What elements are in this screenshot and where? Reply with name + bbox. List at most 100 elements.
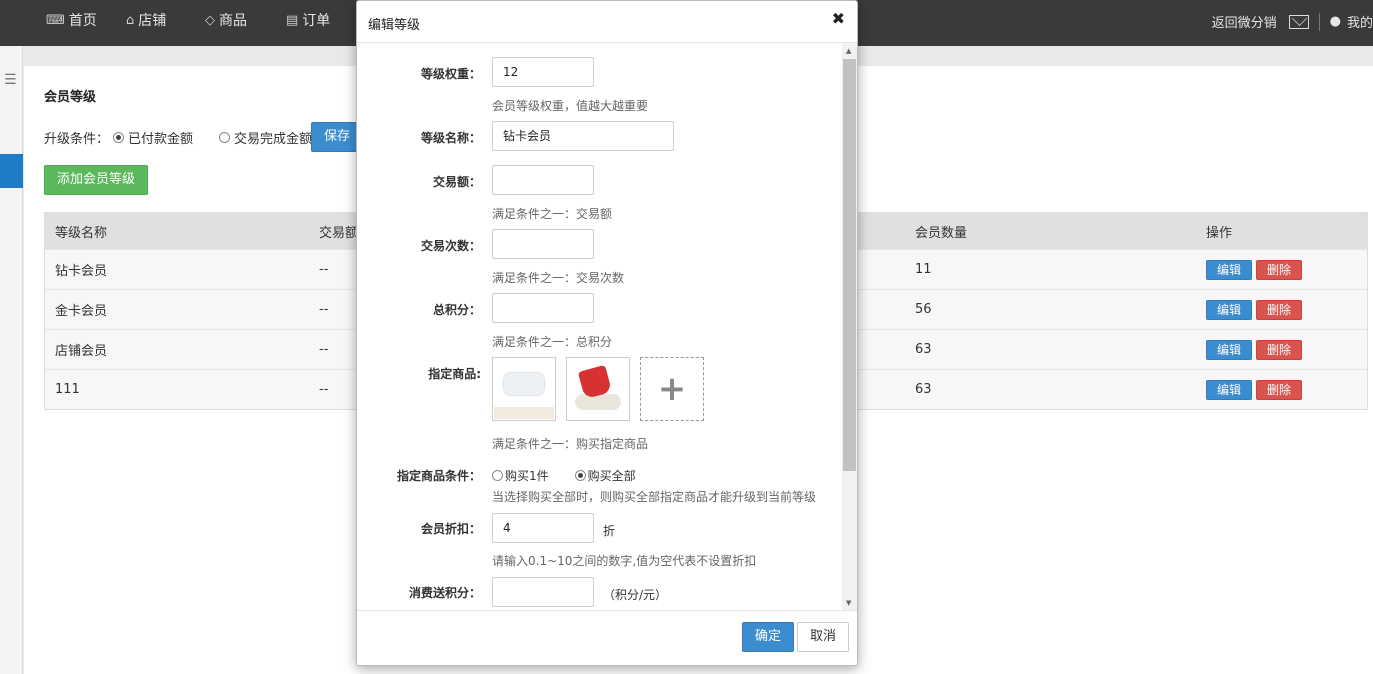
discount-unit: 折 xyxy=(603,524,616,538)
amount-label: 交易额： xyxy=(432,175,481,189)
user-menu[interactable]: 我的 xyxy=(1347,12,1373,31)
points-help: 满足条件之一：总积分 xyxy=(492,335,613,349)
nav-store[interactable]: ⌂ 店铺 xyxy=(126,10,166,30)
delete-button[interactable]: 删除 xyxy=(1256,259,1303,280)
dialog-body: 等级权重： 12 会员等级权重，值越大越重要 等级名称： 钻卡会员 交易额： 满… xyxy=(357,43,843,611)
radio-buy-one[interactable] xyxy=(492,470,503,481)
row-count: 63 xyxy=(915,342,932,357)
times-input[interactable] xyxy=(492,229,594,259)
home-icon: ⌂ xyxy=(126,12,135,28)
dialog-title: 编辑等级 xyxy=(368,18,421,33)
name-label: 等级名称： xyxy=(420,131,481,145)
scroll-up-icon[interactable]: ▲ xyxy=(846,47,851,55)
row-name: 111 xyxy=(55,382,80,397)
weight-label: 等级权重： xyxy=(420,67,481,81)
divider xyxy=(1318,12,1320,31)
radio-buy-all[interactable] xyxy=(574,470,586,481)
nav-goods-label: 商品 xyxy=(219,13,247,29)
page-title: 会员等级 xyxy=(44,90,97,105)
bonus-label: 消费送积分： xyxy=(408,586,481,600)
row-amount: -- xyxy=(319,302,329,317)
snack-plate-image xyxy=(575,394,621,410)
nav-orders[interactable]: ▤ 订单 xyxy=(286,10,330,30)
radio-completed-label: 交易完成金额 xyxy=(234,132,313,147)
goods-condition-options: 购买1件 购买全部 xyxy=(492,467,636,484)
delete-button[interactable]: 删除 xyxy=(1256,379,1303,400)
radio-paid-label: 已付款金额 xyxy=(128,132,194,147)
goods-label: 指定商品: xyxy=(428,367,481,381)
nav-goods[interactable]: ◇ 商品 xyxy=(205,10,247,30)
scroll-down-icon[interactable]: ▼ xyxy=(846,599,851,607)
times-help: 满足条件之一：交易次数 xyxy=(492,271,625,285)
upgrade-label: 升级条件： xyxy=(44,132,110,147)
row-name: 钻卡会员 xyxy=(55,264,108,279)
header-count: 会员数量 xyxy=(915,225,968,241)
edit-button[interactable]: 编辑 xyxy=(1206,299,1253,320)
edit-level-dialog: 编辑等级 ✖ 等级权重： 12 会员等级权重，值越大越重要 等级名称： 钻卡会员… xyxy=(356,0,858,666)
bonus-input[interactable] xyxy=(492,577,594,607)
topbar-right: 返回微分销 ● 我的 xyxy=(1212,12,1373,31)
amount-input[interactable] xyxy=(492,165,594,195)
row-actions: 编辑 删除 xyxy=(1206,330,1306,369)
back-link[interactable]: 返回微分销 xyxy=(1212,12,1277,31)
row-count: 11 xyxy=(915,262,932,277)
hamburger-icon[interactable]: ☰ xyxy=(4,72,17,88)
nav-orders-label: 订单 xyxy=(302,13,331,29)
row-count: 56 xyxy=(915,302,932,317)
add-level-button[interactable]: 添加会员等级 xyxy=(44,165,149,195)
add-goods-button[interactable]: + xyxy=(640,357,704,421)
row-count: 63 xyxy=(915,382,932,397)
bonus-unit: （积分/元） xyxy=(603,588,668,602)
goods-thumbnail-snack[interactable] xyxy=(566,357,630,421)
discount-label: 会员折扣： xyxy=(420,522,481,536)
goods-help: 满足条件之一：购买指定商品 xyxy=(492,437,649,451)
times-label: 交易次数： xyxy=(420,239,481,253)
dialog-header: 编辑等级 ✖ xyxy=(357,1,857,43)
radio-completed[interactable] xyxy=(219,132,231,143)
close-icon[interactable]: ✖ xyxy=(832,9,845,28)
sidebar-active-item[interactable] xyxy=(0,154,23,188)
row-actions: 编辑 删除 xyxy=(1206,370,1306,409)
row-actions: 编辑 删除 xyxy=(1206,250,1306,289)
mail-icon[interactable] xyxy=(1288,14,1309,29)
radio-buy-one-label: 购买1件 xyxy=(505,469,549,483)
header-actions: 操作 xyxy=(1206,225,1233,241)
weight-input[interactable]: 12 xyxy=(492,57,594,87)
discount-input[interactable]: 4 xyxy=(492,513,594,543)
amount-help: 满足条件之一：交易额 xyxy=(492,207,613,221)
confirm-button[interactable]: 确定 xyxy=(742,622,795,652)
nav-store-label: 店铺 xyxy=(138,13,167,29)
weight-help: 会员等级权重，值越大越重要 xyxy=(492,99,649,113)
row-actions: 编辑 删除 xyxy=(1206,290,1306,329)
row-name: 店铺会员 xyxy=(55,344,108,359)
discount-help: 请输入0.1~10之间的数字,值为空代表不设置折扣 xyxy=(492,554,757,568)
scroll-thumb[interactable] xyxy=(843,59,856,471)
list-icon: ▤ xyxy=(286,12,299,28)
cancel-button[interactable]: 取消 xyxy=(797,622,850,652)
upgrade-condition: 升级条件： 已付款金额 交易完成金额 xyxy=(44,128,312,147)
dialog-scrollbar[interactable]: ▲ ▼ xyxy=(842,43,857,611)
edit-button[interactable]: 编辑 xyxy=(1206,259,1253,280)
dialog-footer: 确定 取消 xyxy=(357,610,857,665)
row-name: 金卡会员 xyxy=(55,304,108,319)
goods-thumbnail-pillow[interactable] xyxy=(492,357,556,421)
radio-buy-all-label: 购买全部 xyxy=(587,469,636,483)
edit-button[interactable]: 编辑 xyxy=(1206,379,1253,400)
pillow-image xyxy=(503,372,545,396)
goods-condition-help: 当选择购买全部时，则购买全部指定商品才能升级到当前等级 xyxy=(492,490,817,504)
points-label: 总积分： xyxy=(432,303,481,317)
left-sidebar: ☰ xyxy=(0,46,23,674)
header-amount: 交易额 xyxy=(319,225,359,241)
nav-home[interactable]: ⌨ 首页 xyxy=(46,10,97,30)
points-input[interactable] xyxy=(492,293,594,323)
chat-icon: ⌨ xyxy=(46,12,65,28)
delete-button[interactable]: 删除 xyxy=(1256,299,1303,320)
radio-paid[interactable] xyxy=(113,132,125,143)
goods-condition-label: 指定商品条件： xyxy=(396,469,481,483)
name-input[interactable]: 钻卡会员 xyxy=(492,121,674,151)
pillow-caption-strip xyxy=(494,407,554,419)
nav-home-label: 首页 xyxy=(68,13,97,29)
delete-button[interactable]: 删除 xyxy=(1256,339,1303,360)
edit-button[interactable]: 编辑 xyxy=(1206,339,1253,360)
header-name: 等级名称 xyxy=(55,225,108,241)
